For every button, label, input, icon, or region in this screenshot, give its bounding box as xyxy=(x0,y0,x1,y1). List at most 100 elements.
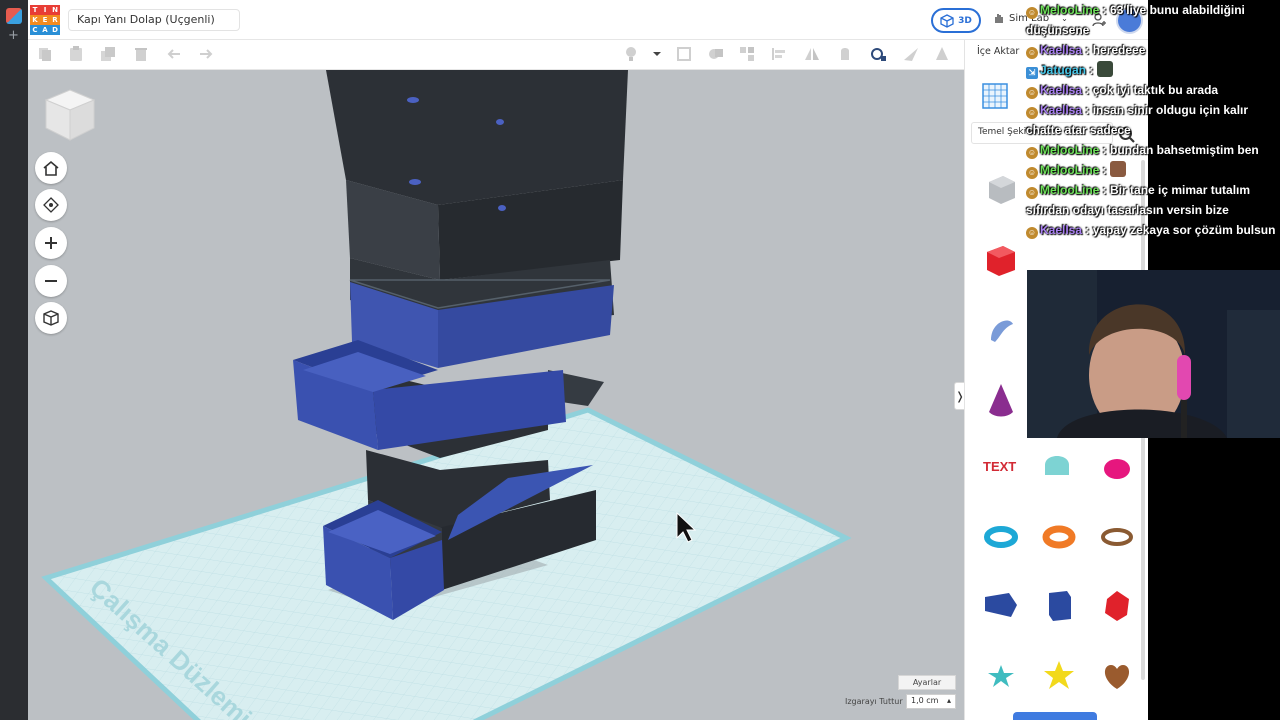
heart-icon xyxy=(1104,665,1130,689)
user-badge-icon: ☺ xyxy=(1026,87,1038,99)
user-badge-icon: ☺ xyxy=(1026,107,1038,119)
chat-message: ☺ MelooLine : bundan bahsetmiştim ben xyxy=(1026,143,1259,159)
chevron-down-icon[interactable] xyxy=(648,45,661,63)
mirror-icon[interactable] xyxy=(803,45,821,63)
shape-star-yellow[interactable] xyxy=(1039,655,1079,695)
chat-message: ☺ MelooLine : 63'liye bunu alabildiğini d… xyxy=(1026,3,1245,37)
workplane-grid-icon[interactable] xyxy=(981,82,1009,110)
logo-letter: K xyxy=(30,15,40,25)
duplicate-icon[interactable] xyxy=(99,45,117,63)
import-button[interactable]: İçe Aktar xyxy=(977,46,1019,57)
text-icon: TEXT xyxy=(983,459,1016,474)
shape-tube[interactable] xyxy=(1097,515,1137,555)
fit-icon xyxy=(43,197,59,213)
cube-icon xyxy=(43,310,59,326)
shape-star-teal[interactable] xyxy=(981,655,1021,695)
logo-letter: T xyxy=(30,5,40,15)
cabinet-top-shelf[interactable] xyxy=(326,70,628,205)
snap-grid-select[interactable]: 1,0 cm ▴ xyxy=(906,694,956,709)
chat-username: MelooLine xyxy=(1040,163,1100,177)
settings-button[interactable]: Ayarlar xyxy=(898,675,956,690)
wedge-icon xyxy=(985,593,1017,617)
webcam-overlay xyxy=(1027,270,1280,438)
shape-polyhedron[interactable] xyxy=(1097,585,1137,625)
shape-box[interactable] xyxy=(981,240,1021,280)
half-cylinder-icon xyxy=(1045,456,1069,475)
paste-icon[interactable] xyxy=(67,45,85,63)
cruise-icon[interactable] xyxy=(836,45,854,63)
shape-text[interactable]: TEXT xyxy=(981,445,1021,485)
redo-icon[interactable] xyxy=(197,45,215,63)
logo-letter: R xyxy=(50,15,60,25)
design-name-field[interactable]: Kapı Yanı Dolap (Uçgenli) xyxy=(68,9,240,31)
user-badge-icon: ⇲ xyxy=(1026,67,1038,79)
scene-icon[interactable] xyxy=(933,45,951,63)
undo-icon[interactable] xyxy=(165,45,183,63)
user-badge-icon: ☺ xyxy=(1026,187,1038,199)
shapes-more-button[interactable] xyxy=(1013,712,1097,720)
chat-message: ☺ MelooLine : Bir tane iç mimar tutalım s… xyxy=(1026,183,1251,217)
user-badge-icon: ☺ xyxy=(1026,47,1038,59)
shape-box-hole[interactable] xyxy=(981,170,1021,210)
logo-letter: D xyxy=(50,25,60,35)
chat-message: ☺ Kaellsa : insan sinir oldugu için kalır… xyxy=(1026,103,1249,137)
copy-icon[interactable] xyxy=(36,45,54,63)
plus-icon xyxy=(45,237,57,249)
view-cube[interactable] xyxy=(42,86,98,144)
3d-viewport[interactable]: Çalışma Düzlemi ❭ Ayarlar Izgarayı Tuttu… xyxy=(28,70,964,720)
tinkercad-logo[interactable]: TINKERCAD xyxy=(30,5,60,35)
os-sidebar: + xyxy=(0,0,28,720)
logo-letter: I xyxy=(40,5,50,15)
perspective-button[interactable] xyxy=(35,302,67,334)
measure-icon[interactable] xyxy=(869,45,887,63)
shape-cone[interactable] xyxy=(981,380,1021,420)
home-view-button[interactable] xyxy=(35,152,67,184)
hand-icon xyxy=(995,14,1003,23)
app-icon[interactable] xyxy=(6,8,22,24)
zoom-out-button[interactable] xyxy=(35,265,67,297)
chat-username: Kaellsa xyxy=(1040,83,1083,97)
ungroup-icon[interactable] xyxy=(738,45,756,63)
shape-ring-orange[interactable] xyxy=(1039,515,1079,555)
cone-icon xyxy=(989,384,1013,417)
half-sphere-icon xyxy=(1104,459,1130,479)
shape-scribble[interactable] xyxy=(981,310,1021,350)
group-icon[interactable] xyxy=(707,45,725,63)
user-badge-icon: ☺ xyxy=(1026,7,1038,19)
mode-label: 3D xyxy=(958,15,972,26)
shape-half-sphere[interactable] xyxy=(1097,445,1137,485)
delete-icon[interactable] xyxy=(132,45,150,63)
mode-3d-button[interactable]: 3D xyxy=(931,8,981,33)
box-hole-icon xyxy=(989,176,1015,204)
chat-text: bundan bahsetmiştim ben xyxy=(1110,143,1259,157)
snap-grid-label: Izgarayı Tuttur xyxy=(845,697,903,706)
shape-wedge[interactable] xyxy=(981,585,1021,625)
panel-toggle-button[interactable]: ❭ xyxy=(954,382,964,410)
logo-letter: N xyxy=(50,5,60,15)
note-icon[interactable] xyxy=(675,45,693,63)
add-icon[interactable]: + xyxy=(8,28,19,43)
chat-text: heredeee xyxy=(1092,43,1146,57)
chat-message: ☺ Kaellsa : çok iyi taktık bu arada xyxy=(1026,83,1219,99)
shape-torus[interactable] xyxy=(981,515,1021,555)
hexagonal-prism-icon xyxy=(1049,591,1071,621)
user-badge-icon: ☺ xyxy=(1026,167,1038,179)
send-to-icon[interactable] xyxy=(902,45,920,63)
cube-icon xyxy=(940,13,954,28)
star-yellow-icon xyxy=(1044,661,1074,689)
align-icon[interactable] xyxy=(770,45,788,63)
star-teal-icon xyxy=(988,665,1014,687)
logo-letter: C xyxy=(30,25,40,35)
zoom-in-button[interactable] xyxy=(35,227,67,259)
home-icon xyxy=(43,160,59,176)
light-bulb-icon[interactable] xyxy=(622,45,640,63)
shape-half-cylinder[interactable] xyxy=(1039,445,1079,485)
shape-heart[interactable] xyxy=(1097,655,1137,695)
chat-username: Kaellsa xyxy=(1040,103,1083,117)
fit-view-button[interactable] xyxy=(35,189,67,221)
shape-hexagonal-prism[interactable] xyxy=(1039,585,1079,625)
ring-orange-icon xyxy=(1042,525,1076,549)
chevron-down-icon: ▴ xyxy=(946,696,951,705)
logo-letter: A xyxy=(40,25,50,35)
chat-username: Kaellsa xyxy=(1040,43,1083,57)
